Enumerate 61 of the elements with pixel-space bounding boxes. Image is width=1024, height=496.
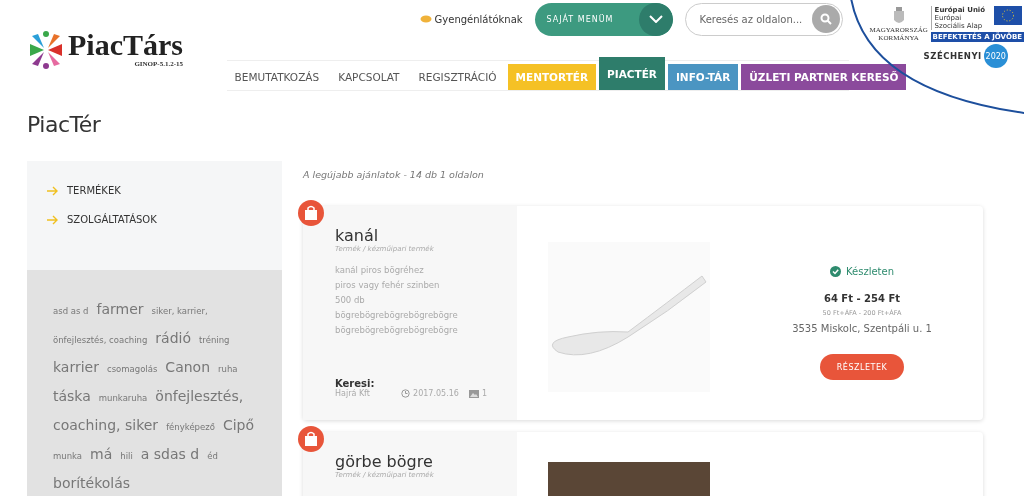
szechenyi-label: SZÉCHENYI [923, 51, 982, 61]
nav-tab[interactable]: INFO-TÁR [667, 64, 739, 90]
szechenyi-badge: 2020 [983, 44, 1008, 68]
coat-of-arms-icon [892, 6, 905, 26]
description-line: bögrebögrebögrebögrebögre [335, 309, 459, 322]
nav-tab[interactable]: PIACTÉR [599, 57, 665, 90]
eu-flag-icon [993, 6, 1022, 25]
offer-title[interactable]: kanál [335, 226, 517, 245]
tag-link[interactable]: Cipő [222, 414, 255, 437]
listing-summary: A legújabb ajánlatok - 14 db 1 oldalon [303, 169, 485, 180]
nav-tab[interactable]: ÜZLETI PARTNER KERESŐ [741, 64, 907, 90]
tag-link[interactable]: asd as d [53, 300, 89, 323]
tag-link[interactable]: éd [207, 445, 218, 468]
tag-link[interactable]: önfejlesztés, [155, 385, 244, 408]
description-line: bögrebögrebögrebögrebögre [335, 324, 459, 337]
nav-tab[interactable]: REGISZTRÁCIÓ [410, 64, 505, 90]
tag-link[interactable]: önfejlesztés, coaching [53, 329, 148, 352]
chevron-down-icon [648, 15, 663, 23]
tag-link[interactable]: hili [120, 445, 133, 468]
offer-date: 2017.05.16 [413, 389, 459, 398]
image-icon [468, 389, 479, 398]
check-circle-icon [830, 266, 841, 277]
tag-link[interactable]: fényképező [166, 416, 215, 439]
tag-link[interactable]: má [90, 443, 113, 466]
description-line: kanál piros bögréhez [335, 264, 425, 277]
nav-tab[interactable]: BEMUTATKOZÁS [226, 64, 328, 90]
tag-link[interactable]: munkaruha [98, 387, 148, 410]
page-title: PiacTér [27, 112, 102, 137]
arrow-right-icon [47, 214, 59, 225]
search-icon [819, 13, 832, 25]
seeker-name: Hajrá Kft [335, 389, 370, 398]
tag-link[interactable]: ruha [218, 358, 238, 381]
image-count: 1 [481, 389, 487, 398]
tag-link[interactable]: csomagolás [106, 358, 158, 381]
logo-wordmark[interactable]: PiacTárs [68, 30, 183, 60]
description-line: 500 db [335, 294, 366, 307]
tag-link[interactable]: siker, karrier, [151, 300, 208, 323]
tag-link[interactable]: Canon [165, 356, 211, 379]
tag-link[interactable]: tréning [199, 329, 230, 352]
nav-tab[interactable]: KAPCSOLAT [330, 64, 408, 90]
my-menu-button[interactable]: SAJÁT MENÜM [534, 2, 673, 36]
accessibility-link[interactable]: Gyengénlátóknak [419, 13, 523, 25]
tag-link[interactable]: rádió [155, 327, 192, 350]
category-link[interactable]: SZOLGÁLTATÁSOK [47, 214, 262, 225]
arrow-right-icon [47, 185, 59, 196]
price-range: 64 Ft - 254 Ft [823, 293, 901, 304]
tag-link[interactable]: borítékolás [53, 472, 131, 495]
clock-icon [401, 389, 411, 398]
tag-link[interactable]: a sdas d [140, 443, 200, 466]
tag-link[interactable]: farmer [96, 298, 144, 321]
category-link[interactable]: TERMÉKEK [47, 185, 262, 196]
description-line: piros vagy fehér szinben [335, 279, 441, 292]
seeker-label: Keresi: [335, 378, 376, 389]
details-button[interactable]: RÉSZLETEK [820, 354, 904, 380]
offer-address: 3535 Miskolc, Szentpáli u. 1 [792, 323, 932, 334]
tag-link[interactable]: munka [53, 445, 83, 468]
tag-link[interactable]: táska [53, 385, 91, 408]
tag-link[interactable]: coaching, siker [53, 414, 159, 437]
tag-link[interactable]: karrier [53, 356, 99, 379]
stock-status: Készleten [830, 266, 894, 277]
offer-title[interactable]: görbe bögre [335, 452, 517, 471]
